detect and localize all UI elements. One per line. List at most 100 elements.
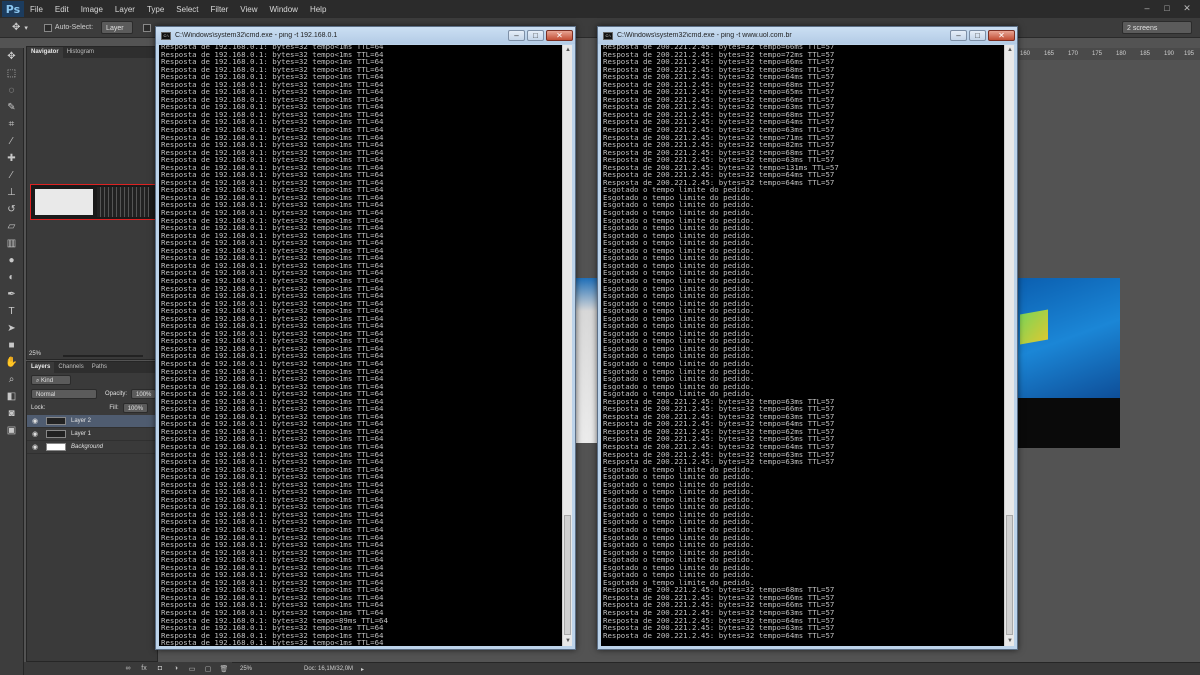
link-layers-icon[interactable]: ∞ — [120, 665, 136, 672]
hand-tool-icon[interactable]: ✋ — [5, 356, 19, 370]
layer-row-layer-1[interactable]: ◉ Layer 1 — [27, 428, 157, 441]
menu-type[interactable]: Type — [141, 5, 170, 14]
menu-file[interactable]: File — [24, 5, 49, 14]
tool-preset-chevron-icon[interactable]: ▾ — [24, 24, 28, 32]
workspace-dropdown[interactable]: 2 screens — [1122, 21, 1192, 34]
quick-mask-icon[interactable]: ◙ — [5, 407, 19, 421]
eyedropper-tool-icon[interactable]: ⁄ — [5, 135, 19, 149]
ps-minimize-icon[interactable]: – — [1140, 2, 1154, 14]
gradient-tool-icon[interactable]: ▥ — [5, 237, 19, 251]
status-arrow-icon[interactable]: ▸ — [361, 666, 364, 673]
navigator-preview[interactable] — [30, 184, 156, 220]
layer-kind-filter[interactable]: ⌕ Kind — [31, 375, 71, 385]
stamp-tool-icon[interactable]: ⊥ — [5, 186, 19, 200]
cmd-window-right[interactable]: C:\ C:\Windows\system32\cmd.exe - ping -… — [597, 26, 1018, 650]
close-button[interactable]: ✕ — [988, 30, 1015, 41]
dodge-tool-icon[interactable]: ◐ — [5, 271, 19, 285]
new-group-icon[interactable]: ▭ — [184, 665, 200, 673]
zoom-tool-icon[interactable]: ⌕ — [5, 373, 19, 387]
auto-select-checkbox[interactable] — [43, 23, 52, 32]
cmd-window-title: C:\Windows\system32\cmd.exe - ping -t ww… — [617, 32, 792, 39]
layer-name: Layer 1 — [71, 431, 92, 437]
eye-icon[interactable]: ◉ — [30, 430, 40, 438]
tab-navigator[interactable]: Navigator — [27, 47, 63, 58]
move-tool-icon[interactable]: ✥ — [12, 22, 20, 33]
ruler-tick: 165 — [1044, 51, 1055, 57]
blur-tool-icon[interactable]: ● — [5, 254, 19, 268]
menu-select[interactable]: Select — [170, 5, 204, 14]
path-select-tool-icon[interactable]: ➤ — [5, 322, 19, 336]
scroll-thumb[interactable] — [1006, 515, 1013, 635]
cmd-window-title: C:\Windows\system32\cmd.exe - ping -t 19… — [175, 32, 338, 39]
status-zoom[interactable]: 25% — [240, 666, 252, 672]
history-brush-tool-icon[interactable]: ↺ — [5, 203, 19, 217]
navigator-zoom-slider[interactable] — [63, 355, 143, 357]
maximize-button[interactable]: □ — [969, 30, 986, 41]
scrollbar[interactable]: ▲ ▼ — [562, 45, 572, 646]
layer-thumbnail — [46, 430, 66, 438]
menu-window[interactable]: Window — [264, 5, 304, 14]
cmd-console[interactable]: Resposta de 200.221.2.45: bytes=32 tempo… — [601, 45, 1014, 646]
menu-layer[interactable]: Layer — [109, 5, 141, 14]
photoshop-logo-icon: Ps — [2, 1, 24, 17]
add-mask-icon[interactable]: ◘ — [152, 665, 168, 672]
minimize-button[interactable]: – — [508, 30, 525, 41]
move-tool-icon[interactable]: ✥ — [5, 50, 19, 64]
menu-help[interactable]: Help — [304, 5, 332, 14]
scroll-up-icon[interactable]: ▲ — [1005, 45, 1014, 55]
scroll-thumb[interactable] — [564, 515, 571, 635]
close-button[interactable]: ✕ — [546, 30, 573, 41]
healing-tool-icon[interactable]: ✚ — [5, 152, 19, 166]
ps-maximize-icon[interactable]: □ — [1160, 2, 1174, 14]
blend-mode-dropdown[interactable]: Normal — [31, 389, 97, 399]
trash-icon[interactable]: 🗑 — [216, 665, 232, 673]
navigator-zoom-value[interactable]: 25% — [29, 351, 41, 357]
cmd-titlebar[interactable]: C:\ C:\Windows\system32\cmd.exe - ping -… — [156, 27, 575, 44]
tab-histogram[interactable]: Histogram — [63, 47, 98, 58]
shape-tool-icon[interactable]: ■ — [5, 339, 19, 353]
tab-layers[interactable]: Layers — [27, 362, 55, 373]
menu-filter[interactable]: Filter — [205, 5, 235, 14]
quick-select-tool-icon[interactable]: ✎ — [5, 101, 19, 115]
crop-tool-icon[interactable]: ⌗ — [5, 118, 19, 132]
console-line: Resposta de 200.221.2.45: bytes=32 tempo… — [603, 630, 835, 640]
color-swatches-icon[interactable]: ◧ — [5, 390, 19, 404]
tab-paths[interactable]: Paths — [88, 362, 111, 373]
cmd-console[interactable]: Resposta de 192.168.0.1: bytes=32 tempo<… — [159, 45, 572, 646]
eye-icon[interactable]: ◉ — [30, 443, 40, 451]
layers-panel-footer: ∞ fx ◘ ◑ ▭ ▢ 🗑 — [24, 662, 232, 675]
ps-close-icon[interactable]: ✕ — [1180, 2, 1194, 14]
brush-tool-icon[interactable]: ⁄ — [5, 169, 19, 183]
type-tool-icon[interactable]: T — [5, 305, 19, 319]
transform-controls-checkbox[interactable] — [143, 23, 152, 32]
menu-view[interactable]: View — [234, 5, 263, 14]
scrollbar[interactable]: ▲ ▼ — [1004, 45, 1014, 646]
eraser-tool-icon[interactable]: ▱ — [5, 220, 19, 234]
auto-select-dropdown[interactable]: Layer — [101, 21, 134, 34]
scroll-down-icon[interactable]: ▼ — [1005, 636, 1014, 646]
menu-image[interactable]: Image — [75, 5, 109, 14]
screen-mode-icon[interactable]: ▣ — [5, 424, 19, 438]
cmd-titlebar[interactable]: C:\ C:\Windows\system32\cmd.exe - ping -… — [598, 27, 1017, 44]
desktop: Ps File Edit Image Layer Type Select Fil… — [0, 0, 1200, 675]
scroll-down-icon[interactable]: ▼ — [563, 636, 572, 646]
eye-icon[interactable]: ◉ — [30, 417, 40, 425]
cmd-app-icon: C:\ — [161, 31, 171, 40]
lasso-tool-icon[interactable]: ◌ — [5, 84, 19, 98]
maximize-button[interactable]: □ — [527, 30, 544, 41]
new-layer-icon[interactable]: ▢ — [200, 665, 216, 673]
marquee-tool-icon[interactable]: ⬚ — [5, 67, 19, 81]
layer-row-layer-2[interactable]: ◉ Layer 2 — [27, 415, 157, 428]
menu-edit[interactable]: Edit — [49, 5, 75, 14]
opacity-field[interactable]: 100% — [131, 389, 157, 399]
pen-tool-icon[interactable]: ✒ — [5, 288, 19, 302]
cmd-window-left[interactable]: C:\ C:\Windows\system32\cmd.exe - ping -… — [155, 26, 576, 650]
scroll-up-icon[interactable]: ▲ — [563, 45, 572, 55]
ruler-tick: 185 — [1140, 51, 1151, 57]
fx-icon[interactable]: fx — [136, 665, 152, 672]
adjustment-layer-icon[interactable]: ◑ — [168, 665, 184, 672]
layer-row-background[interactable]: ◉ Background — [27, 441, 157, 454]
tab-channels[interactable]: Channels — [54, 362, 87, 373]
fill-field[interactable]: 100% — [122, 403, 149, 413]
minimize-button[interactable]: – — [950, 30, 967, 41]
